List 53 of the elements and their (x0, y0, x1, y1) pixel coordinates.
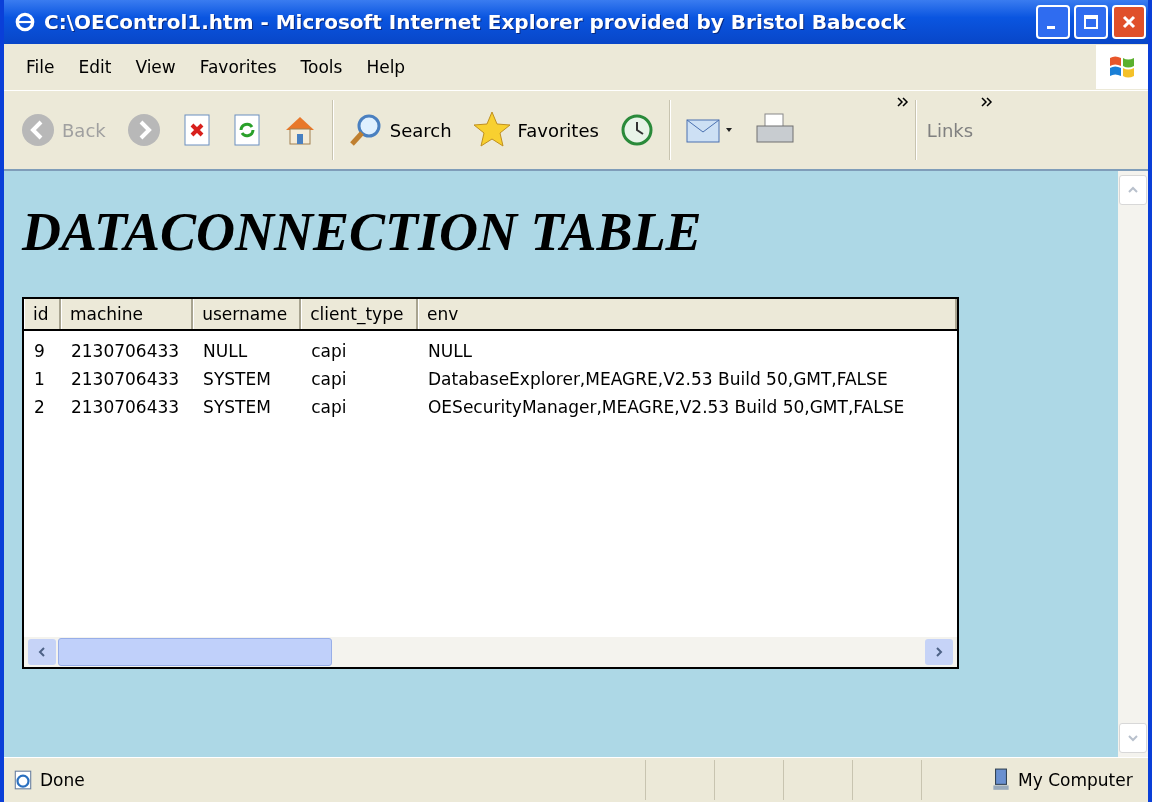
table-cell-text: NULL (202, 340, 249, 363)
minimize-button[interactable] (1036, 5, 1070, 39)
menu-item[interactable]: Tools (288, 57, 355, 77)
table-cell-text: NULL (426, 340, 474, 363)
page-heading: DATACONNECTION TABLE (22, 201, 703, 263)
horizontal-scrollbar[interactable] (24, 637, 957, 667)
browser-logo-icon (14, 11, 36, 33)
more-chevron-icon[interactable] (981, 97, 994, 107)
column-header[interactable]: client_type (301, 299, 419, 329)
up-chevron-icon (1128, 185, 1138, 195)
right-chevron-icon (934, 647, 944, 657)
menu-item[interactable]: View (123, 57, 188, 77)
zone-label: My Computer (1018, 770, 1134, 790)
table-cell-text: 2 (33, 396, 46, 419)
more-chevron-icon[interactable] (896, 97, 909, 107)
table-cell-text: 9 (33, 340, 46, 363)
column-header[interactable]: machine (60, 299, 194, 329)
menu-item[interactable]: Help (354, 57, 418, 77)
scrollbar-thumb[interactable] (58, 638, 332, 666)
page-icon (12, 769, 34, 791)
left-chevron-icon (37, 647, 47, 657)
close-button[interactable] (1112, 5, 1146, 39)
table-cell-text: DatabaseExplorer,MEAGRE,V2.53 Build 50,GMT,FALSE (426, 368, 889, 391)
window-title: C:\OEControl1.htm - Microsoft Internet Explorer provided by Bristol Babcock (44, 10, 906, 34)
table-cell-text: capi (310, 368, 348, 391)
favorites-button[interactable]: Favorites (463, 106, 607, 154)
menu-item[interactable]: Favorites (187, 57, 289, 77)
table-cell-text: 2130706433 (69, 340, 181, 363)
search-button[interactable]: Search (339, 108, 460, 152)
column-header[interactable]: username (193, 299, 302, 329)
star-icon (471, 110, 512, 150)
table-cell-text: capi (310, 340, 348, 363)
column-header[interactable]: env (418, 299, 957, 329)
minimize-icon (1047, 25, 1055, 29)
table-cell-text: 2130706433 (69, 396, 181, 419)
table-cell-text: OESecurityManager,MEAGRE,V2.53 Build 50,GMT,FALSE (426, 396, 906, 419)
maximize-icon (1081, 12, 1101, 32)
table-cell-text: SYSTEM (202, 368, 272, 391)
maximize-button[interactable] (1074, 5, 1108, 39)
menu-item[interactable]: Edit (66, 57, 124, 77)
status-text: Done (40, 770, 85, 790)
table-cell-text: SYSTEM (202, 396, 272, 419)
table-cell-text: 2130706433 (69, 368, 181, 391)
down-chevron-icon (1128, 733, 1138, 743)
computer-icon (990, 768, 1012, 792)
column-header[interactable]: id (24, 299, 61, 329)
scroll-left-button[interactable] (28, 639, 56, 665)
scroll-right-button[interactable] (925, 639, 953, 665)
table-cell-text: 1 (33, 368, 46, 391)
refresh-icon (231, 113, 262, 147)
menu-item[interactable]: File (14, 57, 67, 77)
stop-icon (181, 113, 212, 147)
table-cell-text: capi (310, 396, 348, 419)
